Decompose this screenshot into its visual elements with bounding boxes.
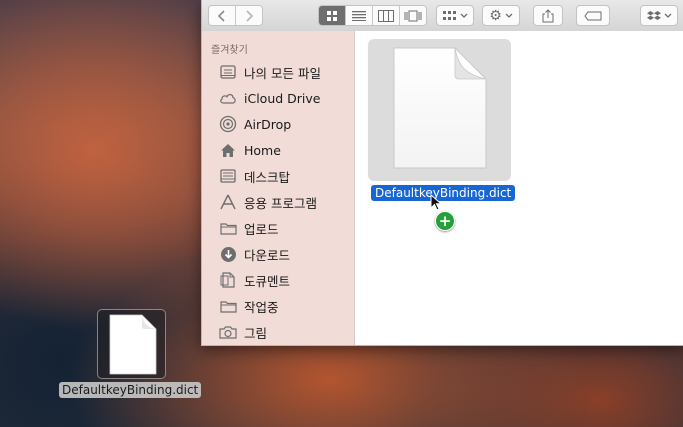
sidebar-item-label: AirDrop [244, 116, 292, 132]
sidebar-item-airdrop[interactable]: AirDrop [218, 113, 291, 135]
sidebar-item-label: 다운로드 [244, 247, 291, 263]
tag-button[interactable] [576, 5, 610, 26]
chevron-down-icon [505, 13, 513, 18]
sidebar-item-downloads[interactable]: 다운로드 [218, 243, 290, 265]
icon-view-button[interactable] [319, 6, 346, 25]
sidebar-item-documents[interactable]: 도큐멘트 [218, 269, 290, 291]
sidebar-item-label: 작업중 [244, 299, 279, 315]
sidebar-item-label: 업로드 [244, 221, 279, 237]
all-files-icon [218, 63, 238, 81]
share-button[interactable] [533, 5, 563, 26]
list-view-icon [352, 11, 366, 21]
selected-file-icon[interactable] [368, 39, 511, 181]
folder-icon [218, 219, 238, 237]
icon-view-icon [327, 10, 337, 21]
sidebar-section-title: 즐겨찾기 [211, 45, 248, 56]
desktop-icon [218, 167, 238, 185]
chevron-right-icon [246, 9, 254, 22]
sidebar-item-label: Home [244, 142, 281, 158]
sidebar-item-label: 나의 모든 파일 [244, 65, 321, 81]
sidebar-item-label: 그림 [244, 325, 268, 341]
cover-flow-button[interactable] [400, 6, 426, 25]
sidebar-item-home[interactable]: Home [218, 139, 281, 161]
dropbox-button[interactable] [640, 5, 678, 26]
cover-flow-icon [404, 10, 422, 21]
sidebar: 즐겨찾기 나의 모든 파일 iCloud Drive AirDrop Home [202, 31, 355, 345]
forward-button[interactable] [236, 6, 262, 25]
sidebar-item-desktop[interactable]: 데스크탑 [218, 165, 290, 187]
chevron-down-icon [664, 13, 671, 18]
camera-icon [218, 323, 238, 341]
chevron-down-icon [460, 13, 467, 18]
column-view-icon [378, 9, 394, 22]
documents-icon [218, 271, 238, 289]
sidebar-item-pictures[interactable]: 그림 [218, 321, 267, 343]
list-view-button[interactable] [346, 6, 373, 25]
sidebar-item-label: iCloud Drive [244, 90, 321, 106]
sidebar-item-icloud-drive[interactable]: iCloud Drive [218, 87, 320, 109]
dragged-file-ghost[interactable] [97, 309, 166, 379]
gear-icon: ⚙ [489, 7, 502, 24]
tag-icon [584, 11, 602, 20]
cloud-icon [218, 89, 238, 107]
action-button[interactable]: ⚙ [482, 5, 520, 26]
chevron-left-icon [217, 9, 225, 22]
toolbar: ⚙ [202, 0, 683, 32]
copy-plus-badge: + [435, 211, 455, 231]
finder-window: ⚙ 즐겨찾기 나의 모든 파일 iCloud Drive AirDrop Hom… [201, 0, 683, 346]
document-icon [393, 47, 487, 169]
dragged-file-name: DefaultkeyBinding.dict [59, 382, 202, 398]
sidebar-item-in-progress[interactable]: 작업중 [218, 295, 279, 317]
folder-icon [218, 297, 238, 315]
download-icon [218, 245, 238, 263]
sidebar-item-uploads[interactable]: 업로드 [218, 217, 279, 239]
file-content-area[interactable]: DefaultkeyBinding.dict + [355, 31, 683, 345]
document-icon [109, 314, 157, 375]
share-icon [542, 8, 554, 22]
home-icon [218, 141, 238, 159]
applications-icon [218, 193, 238, 211]
sidebar-item-applications[interactable]: 응용 프로그램 [218, 191, 317, 213]
nav-buttons [208, 5, 263, 26]
sidebar-item-label: 응용 프로그램 [244, 195, 317, 211]
airdrop-icon [218, 115, 238, 133]
sidebar-item-all-files[interactable]: 나의 모든 파일 [218, 61, 321, 83]
back-button[interactable] [209, 6, 236, 25]
dropbox-icon [646, 10, 661, 20]
cursor-arrow-icon [430, 194, 443, 211]
sidebar-item-label: 도큐멘트 [244, 273, 291, 289]
sidebar-item-label: 데스크탑 [244, 169, 291, 185]
arrange-grid-icon [442, 10, 456, 20]
column-view-button[interactable] [373, 6, 400, 25]
arrange-button[interactable] [436, 5, 474, 26]
view-mode-segment [318, 5, 427, 26]
